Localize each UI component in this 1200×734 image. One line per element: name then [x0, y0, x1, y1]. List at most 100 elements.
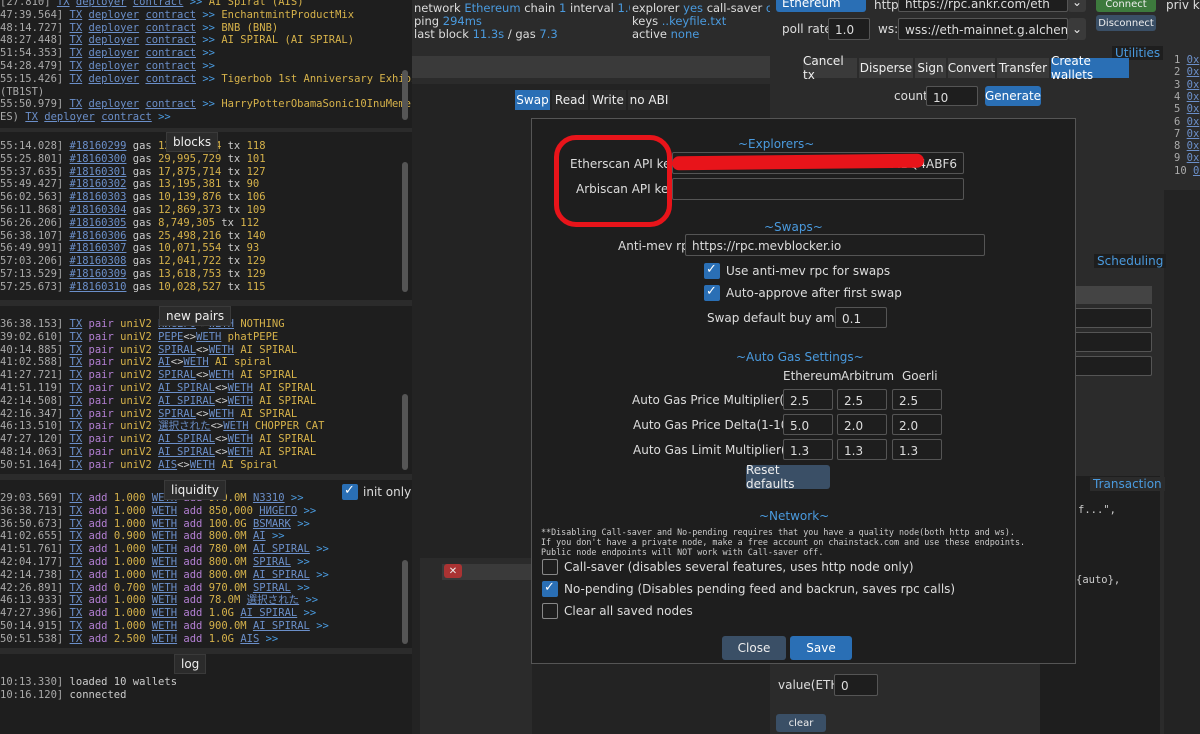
nopending-checkbox[interactable]: [542, 580, 558, 597]
tx-link[interactable]: TX: [70, 408, 83, 420]
weth-link[interactable]: WETH: [152, 633, 177, 645]
connect-button[interactable]: Connect: [1096, 0, 1156, 12]
contract-link[interactable]: contract: [145, 60, 196, 72]
wallet-row[interactable]: 8 0x: [1174, 140, 1199, 153]
token-link[interactable]: 選択された: [158, 420, 211, 432]
contract-link[interactable]: contract: [145, 34, 196, 46]
contract-link[interactable]: contract: [145, 9, 196, 21]
tx-link[interactable]: TX: [70, 60, 83, 72]
contract-link[interactable]: contract: [145, 47, 196, 59]
tx-link[interactable]: TX: [70, 492, 83, 504]
tab-read[interactable]: Read: [552, 90, 588, 110]
gas-input[interactable]: 2.5: [892, 389, 942, 410]
wallet-address[interactable]: 0x: [1187, 66, 1200, 78]
token-link[interactable]: AI SPIRAL: [253, 620, 310, 632]
callsaver-checkbox[interactable]: [542, 559, 558, 575]
token-link[interactable]: SPIRAL: [158, 369, 196, 381]
util-tab-transfer[interactable]: Transfer: [997, 58, 1049, 78]
tx-link[interactable]: TX: [70, 9, 83, 21]
weth-link[interactable]: WETH: [209, 408, 234, 420]
tx-link[interactable]: TX: [70, 582, 83, 594]
tx-log-scrollbar[interactable]: [402, 70, 408, 120]
weth-link[interactable]: WETH: [152, 518, 177, 530]
weth-link[interactable]: WETH: [209, 344, 234, 356]
close-button[interactable]: Close: [722, 636, 786, 660]
token-link[interactable]: N3310: [253, 492, 285, 504]
wallet-row[interactable]: 5 0x: [1174, 103, 1199, 116]
arbiscan-input[interactable]: [672, 178, 964, 200]
token-link[interactable]: HИGEГO: [259, 505, 297, 517]
deployer-link[interactable]: deployer: [89, 60, 140, 72]
weth-link[interactable]: WETH: [152, 543, 177, 555]
token-link[interactable]: AI SPIRAL: [158, 395, 215, 407]
tx-link[interactable]: TX: [70, 543, 83, 555]
ws-dropdown[interactable]: ⌄: [1068, 18, 1086, 40]
tx-link[interactable]: TX: [70, 344, 83, 356]
disconnect-button[interactable]: Disconnect: [1096, 15, 1156, 31]
http-input[interactable]: https://rpc.ankr.com/eth: [898, 0, 1068, 12]
token-link[interactable]: PEPE: [158, 331, 183, 343]
pairs-scrollbar[interactable]: [402, 394, 408, 470]
wallet-address[interactable]: 0x: [1187, 79, 1200, 91]
block-link[interactable]: #18160299: [70, 140, 127, 152]
token-link[interactable]: SPIRAL: [158, 408, 196, 420]
tx-link[interactable]: TX: [70, 420, 83, 432]
tx-link[interactable]: TX: [57, 0, 70, 8]
tx-link[interactable]: TX: [70, 433, 83, 445]
weth-link[interactable]: WETH: [190, 459, 215, 471]
wallet-row[interactable]: 2 0x: [1174, 66, 1199, 79]
network-select[interactable]: Ethereum: [776, 0, 866, 12]
gas-input[interactable]: 2.0: [837, 414, 887, 435]
wallet-address[interactable]: 0x: [1187, 54, 1200, 66]
tab-no-abi[interactable]: no ABI: [628, 90, 670, 110]
deployer-link[interactable]: deployer: [89, 98, 140, 110]
block-link[interactable]: #18160309: [70, 268, 127, 280]
tx-link[interactable]: TX: [70, 22, 83, 34]
tab-write[interactable]: Write: [590, 90, 626, 110]
wallet-address[interactable]: 0x: [1187, 152, 1200, 164]
tx-link[interactable]: TX: [25, 111, 38, 123]
wallet-row[interactable]: 3 0x: [1174, 79, 1199, 92]
gas-input[interactable]: 2.0: [892, 414, 942, 435]
tx-link[interactable]: TX: [70, 594, 83, 606]
token-link[interactable]: AI SPIRAL: [253, 543, 310, 555]
weth-link[interactable]: WETH: [196, 331, 221, 343]
token-link[interactable]: AI SPIRAL: [158, 446, 215, 458]
weth-link[interactable]: WETH: [228, 382, 253, 394]
contract-link[interactable]: contract: [145, 73, 196, 85]
token-link[interactable]: AI SPIRAL: [158, 382, 215, 394]
block-link[interactable]: #18160310: [70, 281, 127, 293]
token-link[interactable]: SPIRAL: [253, 556, 291, 568]
util-tab-create-wallets[interactable]: Create wallets: [1051, 54, 1129, 82]
tx-link[interactable]: TX: [70, 556, 83, 568]
block-link[interactable]: #18160302: [70, 178, 127, 190]
contract-link[interactable]: contract: [133, 0, 184, 8]
tx-link[interactable]: TX: [70, 530, 83, 542]
wallet-row[interactable]: 7 0x: [1174, 128, 1199, 141]
block-link[interactable]: #18160307: [70, 242, 127, 254]
wallet-address[interactable]: 0x: [1187, 140, 1200, 152]
block-link[interactable]: #18160301: [70, 166, 127, 178]
deployer-link[interactable]: deployer: [76, 0, 127, 8]
weth-link[interactable]: WETH: [183, 356, 208, 368]
tx-link[interactable]: TX: [70, 633, 83, 645]
wallet-address[interactable]: 0x: [1187, 91, 1200, 103]
tx-link[interactable]: TX: [70, 369, 83, 381]
block-link[interactable]: #18160308: [70, 255, 127, 267]
tx-link[interactable]: TX: [70, 607, 83, 619]
weth-link[interactable]: WETH: [152, 594, 177, 606]
weth-link[interactable]: WETH: [152, 620, 177, 632]
deployer-link[interactable]: deployer: [44, 111, 95, 123]
reset-defaults-button[interactable]: Reset defaults: [746, 463, 830, 491]
wallet-address[interactable]: 0x: [1193, 165, 1200, 177]
save-button[interactable]: Save: [790, 636, 852, 660]
wallet-row[interactable]: 9 0x: [1174, 152, 1199, 165]
tx-link[interactable]: TX: [70, 356, 83, 368]
http-dropdown[interactable]: ⌄: [1068, 0, 1086, 12]
tx-link[interactable]: TX: [70, 620, 83, 632]
token-link[interactable]: AI: [158, 356, 171, 368]
util-tab-convert[interactable]: Convert: [948, 58, 995, 78]
deployer-link[interactable]: deployer: [89, 34, 140, 46]
tx-link[interactable]: TX: [70, 459, 83, 471]
wallet-address[interactable]: 0x: [1187, 116, 1200, 128]
